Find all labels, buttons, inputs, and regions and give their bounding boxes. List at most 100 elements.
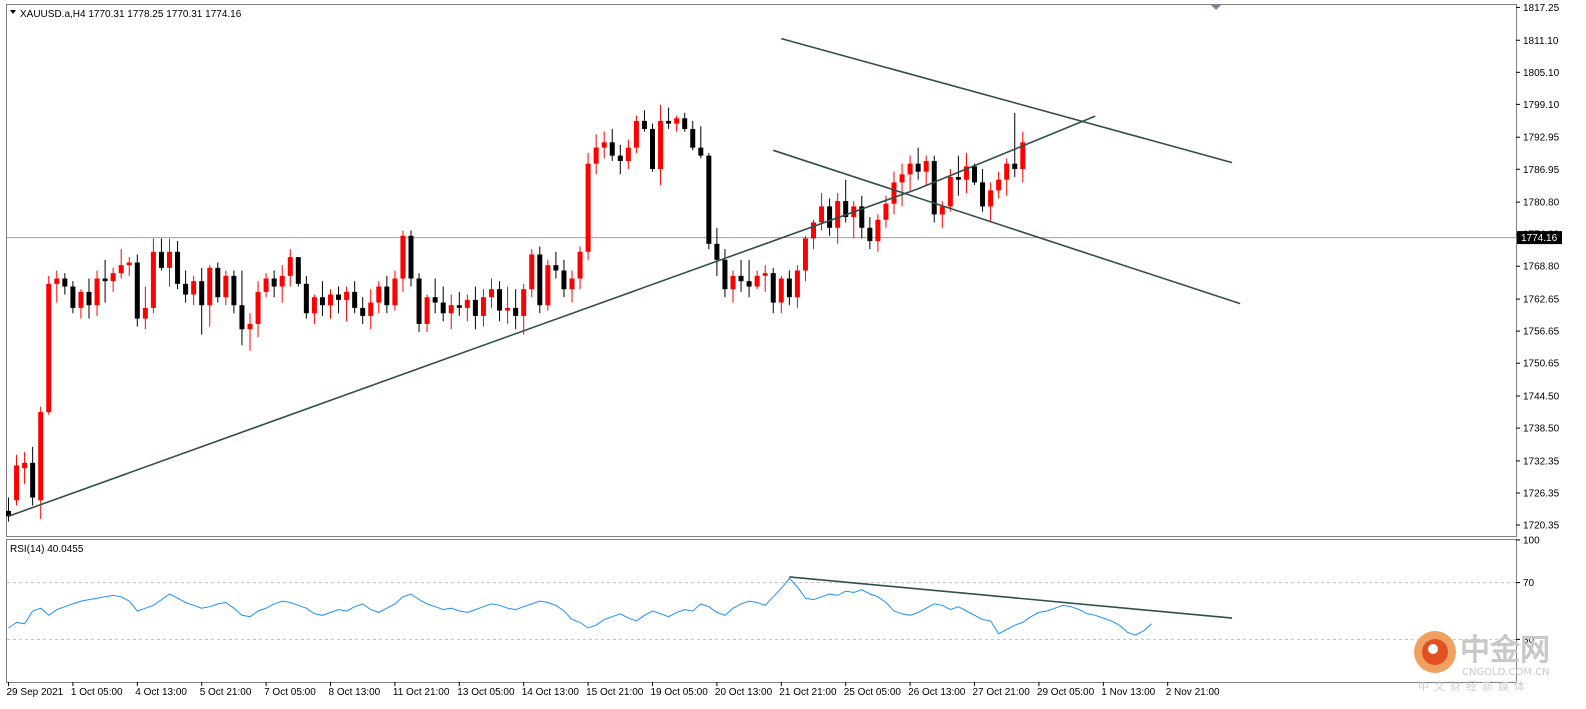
candle-body: [303, 283, 309, 314]
current-price-tag: 1774.16: [1517, 231, 1562, 245]
candle-body: [408, 235, 414, 279]
candle-body: [738, 275, 744, 282]
price-tick-label: 1768.80: [1523, 262, 1560, 273]
candle-body: [529, 254, 535, 290]
time-axis: 29 Sep 2021 1 Oct 05:00 4 Oct 13:00 5 Oct 2…: [7, 682, 1220, 698]
candle-body: [440, 302, 446, 314]
candle-body: [1004, 163, 1010, 180]
rsi-tick-label: 70: [1523, 578, 1535, 589]
candle-body: [690, 128, 696, 148]
time-tick-label: 8 Oct 13:00: [329, 687, 381, 698]
candle-body: [38, 412, 44, 501]
price-tick-label: 1732.35: [1523, 456, 1560, 467]
candle-body: [593, 147, 599, 164]
candle-body: [802, 238, 808, 271]
time-tick-label: 21 Oct 21:00: [779, 687, 837, 698]
candle-body: [86, 291, 92, 306]
candle: [416, 273, 422, 332]
candle-body: [915, 163, 921, 172]
candle-body: [223, 275, 229, 298]
current-price-label: 1774.16: [1521, 233, 1558, 244]
candle-body: [102, 278, 108, 282]
price-tick-label: 1738.50: [1523, 424, 1560, 435]
candle-body: [158, 251, 164, 268]
candle-body: [94, 278, 100, 306]
candle-body: [448, 305, 454, 314]
candle-body: [287, 257, 293, 276]
candle-body: [489, 289, 494, 298]
candle-body: [14, 465, 20, 501]
candle-body: [416, 278, 422, 324]
rsi-header: RSI(14) 40.0455: [10, 544, 84, 555]
watermark-en: CNGOLD.COM.CN: [1462, 667, 1550, 678]
candle-body: [650, 128, 655, 170]
candle-body: [505, 307, 511, 311]
price-tick-label: 1799.10: [1523, 100, 1560, 111]
candle-body: [368, 302, 374, 316]
candle-body: [923, 160, 929, 172]
candle-body: [947, 177, 953, 207]
candle-body: [207, 267, 213, 306]
candle-body: [497, 289, 503, 311]
price-tick-label: 1762.65: [1523, 295, 1560, 306]
candle-body: [521, 289, 527, 316]
candle-body: [585, 163, 591, 252]
price-tick-label: 1792.95: [1523, 133, 1560, 144]
price-tick-label: 1726.35: [1523, 488, 1560, 499]
time-tick-label: 26 Oct 13:00: [908, 687, 966, 698]
candle-body: [46, 283, 52, 413]
candle-body: [480, 297, 486, 316]
time-tick-label: 7 Oct 05:00: [264, 687, 316, 698]
candle: [295, 257, 301, 287]
watermark-cn: 中金网: [1460, 633, 1550, 668]
time-tick-label: 29 Oct 05:00: [1037, 687, 1095, 698]
candle-body: [110, 273, 116, 282]
candle-body: [472, 299, 478, 316]
candle-body: [778, 278, 784, 303]
candle-body: [754, 275, 760, 287]
candle-body: [762, 273, 768, 276]
candle-body: [336, 294, 342, 300]
candle-body: [577, 251, 583, 279]
candle-body: [786, 278, 792, 298]
time-tick-label: 15 Oct 21:00: [586, 687, 644, 698]
candle: [585, 152, 591, 260]
candle-body: [279, 275, 285, 287]
candle-body: [456, 305, 462, 308]
candle-body: [134, 262, 140, 319]
candle-body: [972, 166, 977, 183]
time-tick-label: 27 Oct 21:00: [973, 687, 1031, 698]
candle-body: [561, 270, 567, 290]
symbol-header: XAUUSD.a,H4 1770.31 1778.25 1770.31 1774…: [20, 9, 242, 20]
candle-body: [827, 206, 833, 228]
time-tick-label: 2 Nov 21:00: [1166, 687, 1220, 698]
rsi-panel-frame: [6, 539, 1517, 683]
price-tick-label: 1805.10: [1523, 68, 1560, 79]
candle-body: [215, 267, 221, 298]
candle-body: [142, 307, 148, 319]
candle-body: [658, 120, 664, 170]
watermark-sub: 中文财经新媒体: [1418, 679, 1530, 693]
candle-body: [70, 286, 76, 308]
candle-body: [513, 307, 519, 316]
candle-body: [30, 462, 36, 498]
candle-body: [191, 281, 197, 295]
trading-chart: XAUUSD.a,H4 1770.31 1778.25 1770.31 1774…: [6, 3, 1562, 698]
candle-body: [996, 179, 1002, 191]
candle-body: [569, 278, 575, 290]
candle: [931, 155, 937, 223]
candle: [545, 259, 551, 311]
candle-body: [392, 278, 398, 306]
candle-body: [344, 291, 350, 300]
time-tick-label: 1 Oct 05:00: [71, 687, 123, 698]
candle-body: [746, 281, 752, 287]
candle-body: [883, 203, 889, 220]
price-tick-label: 1786.95: [1523, 165, 1560, 176]
candle-body: [811, 222, 816, 239]
candle: [46, 275, 52, 415]
candle-body: [247, 323, 253, 330]
candle-body: [328, 294, 333, 306]
candle-body: [167, 251, 172, 268]
candle-body: [931, 160, 937, 215]
candle-body: [907, 163, 913, 175]
